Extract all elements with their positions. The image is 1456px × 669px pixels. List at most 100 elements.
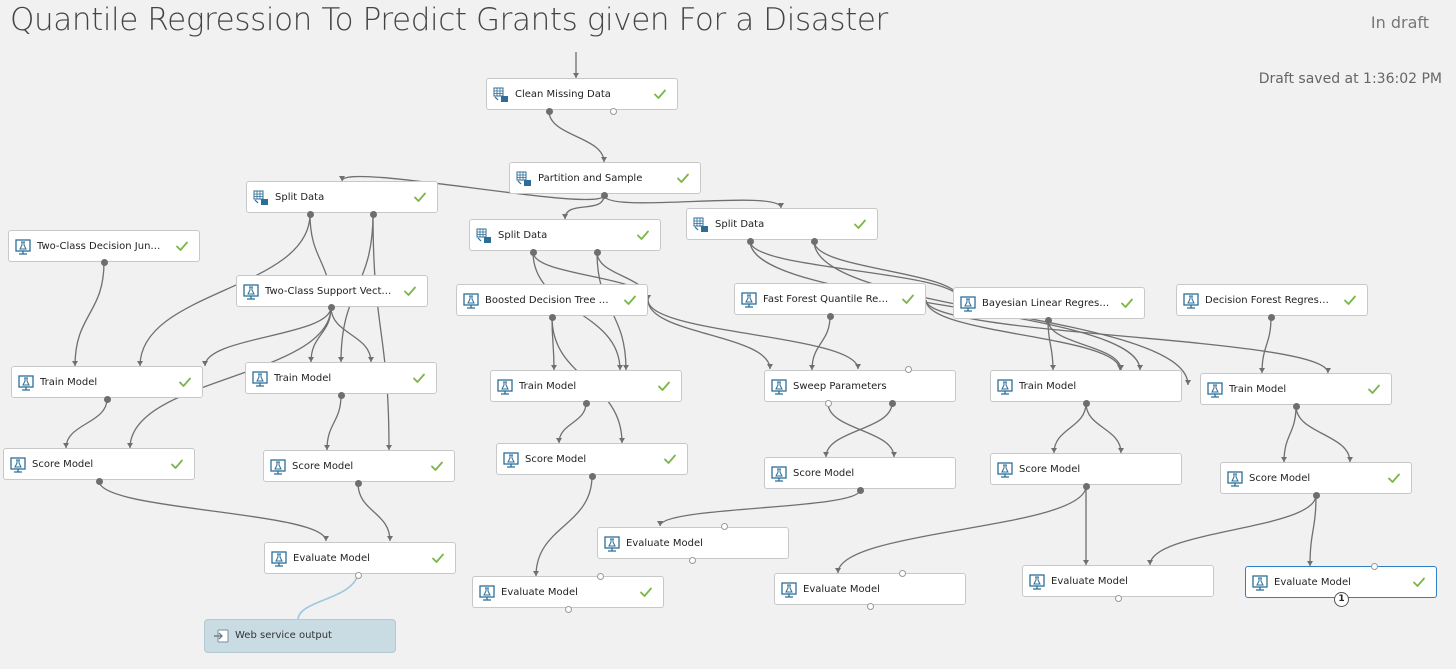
decision-forest-regression-module[interactable]: Decision Forest Regression <box>1176 284 1368 316</box>
check-icon <box>637 230 649 240</box>
split-data-1-module[interactable]: Split Data <box>246 181 438 213</box>
output-port[interactable] <box>582 399 590 407</box>
output-port[interactable] <box>609 107 617 115</box>
connection-wire[interactable] <box>372 213 390 451</box>
output-port[interactable] <box>688 556 696 564</box>
connection-wire[interactable] <box>1261 316 1272 374</box>
ml-model-icon <box>1183 293 1199 309</box>
connection-wire[interactable] <box>330 306 372 363</box>
train-model-1-module[interactable]: Train Model <box>11 366 203 398</box>
boosted-decision-tree-module[interactable]: Boosted Decision Tree Regr... <box>456 284 648 316</box>
fast-forest-quantile-module[interactable]: Fast Forest Quantile Regress... <box>734 283 926 315</box>
output-port[interactable] <box>856 486 864 494</box>
output-port[interactable] <box>888 399 896 407</box>
output-port[interactable] <box>1292 402 1300 410</box>
score-model-1-module[interactable]: Score Model <box>3 448 195 480</box>
bayesian-linear-regression-module[interactable]: Bayesian Linear Regression <box>953 287 1145 319</box>
split-data-2-module[interactable]: Split Data <box>469 219 661 251</box>
connection-wire[interactable] <box>1053 402 1087 454</box>
output-port[interactable] <box>810 237 818 245</box>
output-port[interactable] <box>327 303 335 311</box>
output-port[interactable] <box>306 210 314 218</box>
two-class-decision-jungle-module[interactable]: Two-Class Decision Jungle <box>8 230 200 262</box>
connection-wire[interactable] <box>1283 405 1297 463</box>
connection-wire[interactable] <box>65 398 108 449</box>
output-port[interactable] <box>826 312 834 320</box>
output-port[interactable] <box>529 248 537 256</box>
output-port[interactable] <box>564 605 572 613</box>
output-port[interactable] <box>746 237 754 245</box>
output-port[interactable] <box>1044 316 1052 324</box>
split-data-3-module[interactable]: Split Data <box>686 208 878 240</box>
connection-wire[interactable] <box>1085 402 1122 454</box>
ml-model-icon <box>252 371 268 387</box>
evaluate-model-4-module[interactable]: Evaluate Model <box>774 573 966 605</box>
output-port[interactable] <box>1267 313 1275 321</box>
connection-wire[interactable] <box>535 475 593 577</box>
connection-wire[interactable] <box>603 194 782 209</box>
score-model-2-module[interactable]: Score Model <box>263 450 455 482</box>
train-model-4-module[interactable]: Train Model <box>990 370 1182 402</box>
connection-wire[interactable] <box>827 402 895 458</box>
connection-wire[interactable] <box>1295 405 1351 463</box>
sweep-parameters-module[interactable]: Sweep Parameters <box>764 370 956 402</box>
score-model-6-module[interactable]: Score Model <box>1220 462 1412 494</box>
output-port[interactable] <box>354 479 362 487</box>
connection-wire[interactable] <box>558 402 587 444</box>
output-port[interactable] <box>95 477 103 485</box>
connection-wire[interactable] <box>326 394 342 451</box>
connection-wire[interactable] <box>659 489 861 527</box>
connection-wire[interactable] <box>357 482 391 542</box>
module-label: Split Data <box>275 192 325 203</box>
input-port[interactable] <box>596 572 604 580</box>
input-port[interactable] <box>720 522 728 530</box>
connection-wire[interactable] <box>98 480 327 542</box>
output-port[interactable] <box>588 472 596 480</box>
train-model-2-module[interactable]: Train Model <box>245 362 437 394</box>
input-port[interactable] <box>1370 562 1378 570</box>
evaluate-model-1-module[interactable]: Evaluate Model <box>264 542 456 574</box>
check-icon <box>176 241 188 251</box>
ml-model-icon <box>771 466 787 482</box>
evaluate-model-3-module[interactable]: Evaluate Model <box>472 576 664 608</box>
evaluate-model-5-module[interactable]: Evaluate Model <box>1022 565 1214 597</box>
output-port[interactable] <box>1082 399 1090 407</box>
connection-wire[interactable] <box>837 485 1087 574</box>
check-icon <box>677 173 689 183</box>
output-port[interactable] <box>337 391 345 399</box>
partition-and-sample-module[interactable]: Partition and Sample <box>509 162 701 194</box>
output-port[interactable] <box>593 248 601 256</box>
evaluate-model-2-module[interactable]: Evaluate Model <box>597 527 789 559</box>
output-port[interactable] <box>1312 491 1320 499</box>
connection-wire[interactable] <box>825 402 893 458</box>
output-port[interactable] <box>103 395 111 403</box>
score-model-3-module[interactable]: Score Model <box>496 443 688 475</box>
web-service-output-module[interactable]: Web service output <box>204 619 396 653</box>
output-port[interactable] <box>100 258 108 266</box>
check-icon <box>902 294 914 304</box>
output-port[interactable] <box>545 107 553 115</box>
output-port[interactable] <box>824 399 832 407</box>
web-service-wire[interactable] <box>297 574 359 620</box>
output-port[interactable] <box>369 210 377 218</box>
two-class-support-vector-module[interactable]: Two-Class Support Vector... <box>236 275 428 307</box>
train-model-5-module[interactable]: Train Model <box>1200 373 1392 405</box>
score-model-5-module[interactable]: Score Model <box>990 453 1182 485</box>
connection-wire[interactable] <box>811 315 831 371</box>
train-model-3-module[interactable]: Train Model <box>490 370 682 402</box>
output-port[interactable] <box>600 191 608 199</box>
output-port[interactable] <box>354 571 362 579</box>
output-port[interactable] <box>548 313 556 321</box>
module-label: Score Model <box>292 461 354 472</box>
connection-wire[interactable] <box>1149 494 1317 566</box>
output-port[interactable] <box>1082 482 1090 490</box>
output-port[interactable] <box>1114 594 1122 602</box>
clean-missing-data-module[interactable]: Clean Missing Data <box>486 78 678 110</box>
connection-wire[interactable] <box>1047 319 1122 371</box>
input-port[interactable] <box>904 365 912 373</box>
score-model-4-module[interactable]: Score Model <box>764 457 956 489</box>
output-port[interactable] <box>866 602 874 610</box>
connection-wire[interactable] <box>74 261 105 367</box>
input-port[interactable] <box>898 569 906 577</box>
connection-wire[interactable] <box>548 110 605 163</box>
